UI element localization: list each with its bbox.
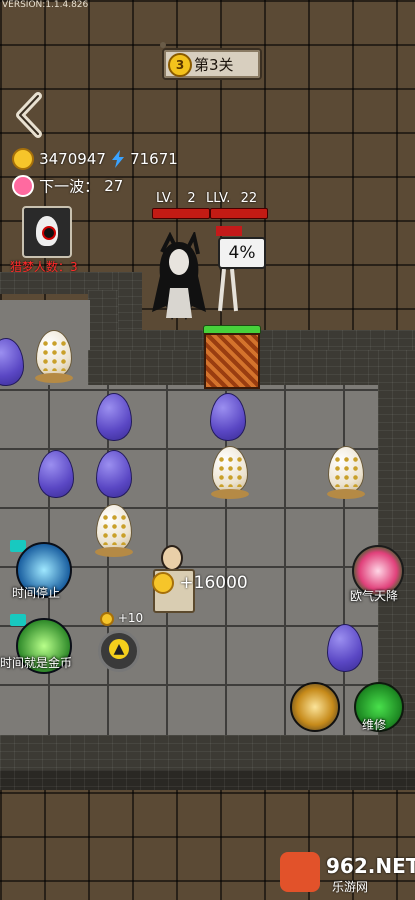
wall-segment xyxy=(0,770,415,790)
back-button[interactable] xyxy=(12,92,46,138)
turret-button[interactable] xyxy=(290,682,340,732)
enemy-level-prefix: LLV. xyxy=(206,191,231,206)
gold-coin-icon xyxy=(12,148,34,170)
watermark-brand: 962.NET xyxy=(326,854,415,878)
enemy-level-value: 22 xyxy=(240,191,258,206)
door[interactable] xyxy=(204,333,260,389)
level-badge: 3 xyxy=(168,53,192,77)
game-stage: VERSION:1.1.4.826 3 第3关 3470947 71671 下一… xyxy=(0,0,415,900)
upgrade-bonus-text: +10 xyxy=(117,611,144,625)
time-is-money-button[interactable]: 时间就是金币 xyxy=(0,612,80,674)
watermark: 962.NET 乐游网 xyxy=(270,852,415,898)
gold-coin-icon xyxy=(100,611,114,626)
level-title: 第3关 xyxy=(194,56,234,74)
wall-segment xyxy=(118,330,415,350)
gold-amount: 3470947 xyxy=(39,150,106,168)
enemy-level-label-skeleton: LLV. 22 xyxy=(206,191,257,206)
luck-button[interactable]: 欧气天降 xyxy=(348,545,408,607)
repair-button[interactable]: 维修 xyxy=(352,682,404,738)
version-label: VERSION:1.1.4.826 xyxy=(2,0,89,10)
luck-label: 欧气天降 xyxy=(350,589,399,603)
next-wave-label: 下一波： xyxy=(39,177,100,196)
enemy-level-prefix: LV. xyxy=(156,191,174,206)
next-wave-value: 27 xyxy=(104,177,124,195)
alarm-clock-icon xyxy=(12,175,34,197)
video-icon xyxy=(10,614,26,626)
upgrade-bonus: +10 xyxy=(100,611,143,626)
player-head xyxy=(161,545,183,571)
ghost-enemy[interactable] xyxy=(148,232,210,324)
hunter-eye xyxy=(42,226,56,240)
enemy-level-label-ghost: LV. 2 xyxy=(156,191,196,206)
time-stop-button[interactable]: 时间停止 xyxy=(10,540,72,602)
repair-label: 维修 xyxy=(362,718,387,732)
enemy-hp-bar xyxy=(152,208,210,219)
next-wave-row: 下一波： 27 xyxy=(12,175,124,197)
chevron-left-icon xyxy=(16,92,42,138)
watermark-logo-icon xyxy=(280,852,320,892)
upgrade-button[interactable]: ▲ xyxy=(98,630,140,672)
lightning-icon xyxy=(112,150,124,168)
hunter-avatar[interactable] xyxy=(22,206,72,258)
door-hp-percent: 4% xyxy=(218,237,266,269)
resource-bar: 3470947 71671 xyxy=(12,148,178,170)
enemy-level-value: 2 xyxy=(187,191,196,206)
gold-gain-popup: +16000 xyxy=(152,572,248,594)
time-is-money-label: 时间就是金币 xyxy=(0,656,73,670)
gold-coin-icon xyxy=(152,572,174,594)
plaque-hanger xyxy=(160,42,166,48)
level-plaque: 3 第3关 xyxy=(160,42,262,80)
time-stop-label: 时间停止 xyxy=(12,586,61,600)
energy-amount: 71671 xyxy=(130,150,178,168)
arrow-up-icon: ▲ xyxy=(109,639,129,659)
enemy-hp-bar xyxy=(210,208,268,219)
gold-gain-text: +16000 xyxy=(179,573,248,593)
turret-icon xyxy=(290,682,340,732)
watermark-sub: 乐游网 xyxy=(332,880,369,894)
